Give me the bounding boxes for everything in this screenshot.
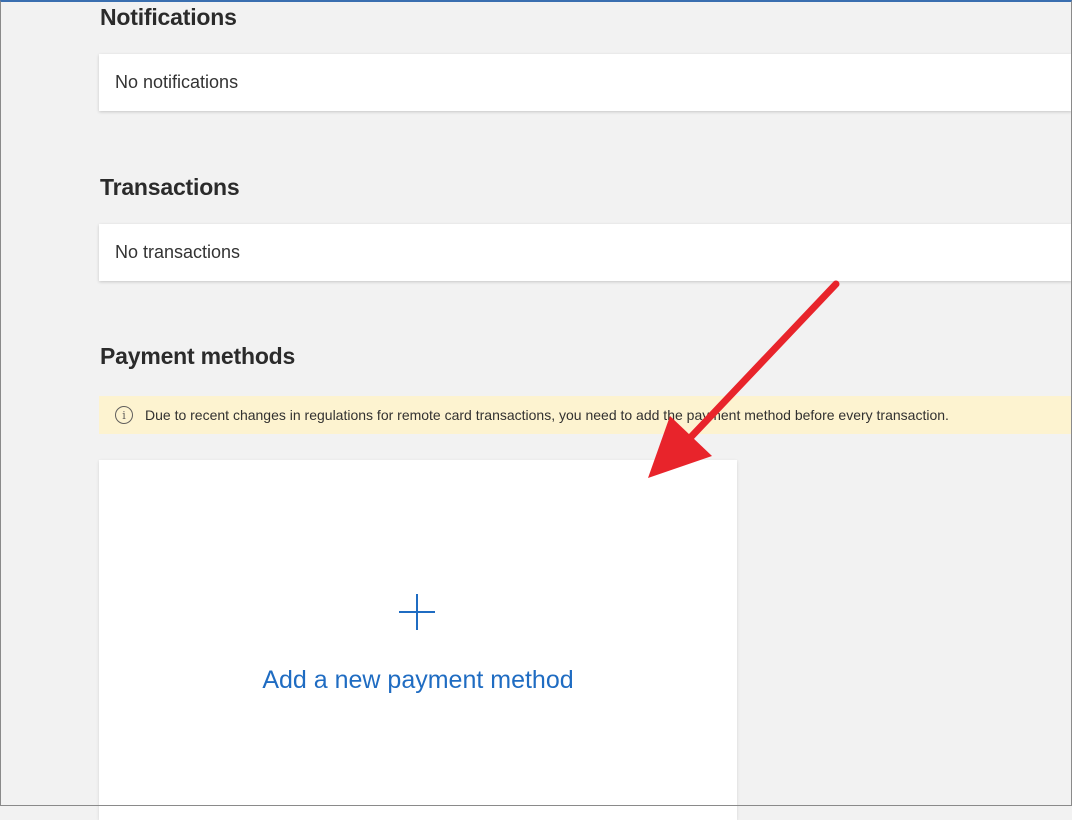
- transactions-heading: Transactions: [100, 174, 240, 200]
- transactions-empty-text: No transactions: [115, 242, 241, 262]
- payment-methods-heading: Payment methods: [100, 343, 296, 369]
- add-payment-method-label[interactable]: Add a new payment method: [99, 666, 737, 695]
- add-payment-method-button[interactable]: Add a new payment method: [99, 460, 737, 820]
- regulation-notice-banner: i Due to recent changes in regulations f…: [99, 396, 1072, 434]
- transactions-card: No transactions: [99, 224, 1072, 281]
- notifications-heading: Notifications: [100, 4, 237, 30]
- notifications-empty-text: No notifications: [115, 72, 239, 92]
- regulation-notice-text: Due to recent changes in regulations for…: [145, 407, 949, 423]
- notifications-card: No notifications: [99, 54, 1072, 111]
- info-icon: i: [115, 406, 133, 424]
- plus-icon: [399, 594, 435, 630]
